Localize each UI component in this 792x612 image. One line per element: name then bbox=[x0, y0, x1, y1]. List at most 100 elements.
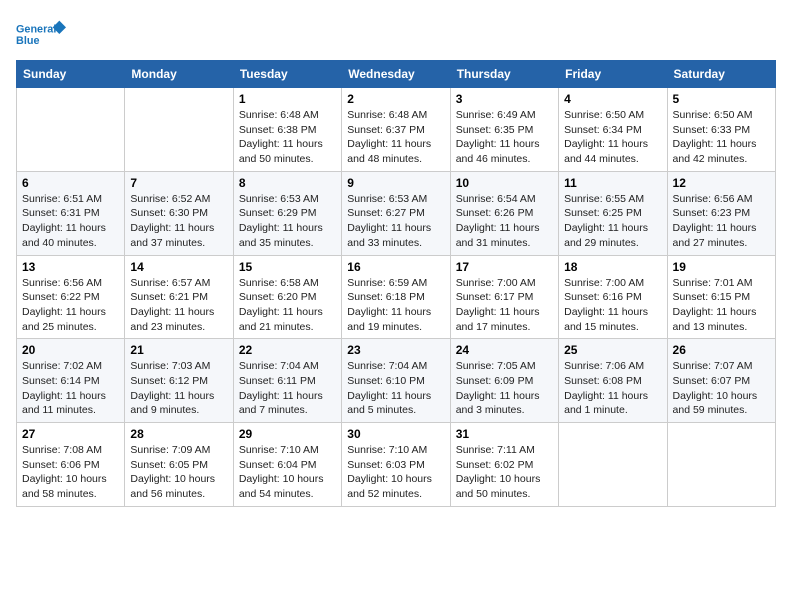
calendar-cell: 8Sunrise: 6:53 AMSunset: 6:29 PMDaylight… bbox=[233, 171, 341, 255]
calendar-cell bbox=[125, 88, 233, 172]
calendar-cell: 18 Sunrise: 7:00 AMSunset: 6:16 PMDayligh… bbox=[559, 255, 667, 339]
calendar-table: SundayMondayTuesdayWednesdayThursdayFrid… bbox=[16, 60, 776, 507]
calendar-cell: 9 Sunrise: 6:53 AMSunset: 6:27 PMDaylight… bbox=[342, 171, 450, 255]
day-info: Sunrise: 6:49 AMSunset: 6:35 PMDaylight:… bbox=[456, 108, 553, 167]
day-number: 8 bbox=[239, 176, 336, 190]
column-header-wednesday: Wednesday bbox=[342, 61, 450, 88]
calendar-cell bbox=[17, 88, 125, 172]
calendar-cell: 20 Sunrise: 7:02 AMSunset: 6:14 PMDayligh… bbox=[17, 339, 125, 423]
day-number: 16 bbox=[347, 260, 444, 274]
day-number: 4 bbox=[564, 92, 661, 106]
calendar-cell: 13 Sunrise: 6:56 AMSunset: 6:22 PMDayligh… bbox=[17, 255, 125, 339]
calendar-cell: 2 Sunrise: 6:48 AMSunset: 6:37 PMDaylight… bbox=[342, 88, 450, 172]
calendar-week-2: 6 Sunrise: 6:51 AMSunset: 6:31 PMDaylight… bbox=[17, 171, 776, 255]
day-info: Sunrise: 7:03 AMSunset: 6:12 PMDaylight:… bbox=[130, 359, 227, 418]
calendar-cell: 23Sunrise: 7:04 AMSunset: 6:10 PMDayligh… bbox=[342, 339, 450, 423]
day-info: Sunrise: 6:54 AMSunset: 6:26 PMDaylight:… bbox=[456, 192, 553, 251]
day-info: Sunrise: 6:59 AMSunset: 6:18 PMDaylight:… bbox=[347, 276, 444, 335]
day-number: 7 bbox=[130, 176, 227, 190]
calendar-cell bbox=[559, 423, 667, 507]
day-number: 30 bbox=[347, 427, 444, 441]
day-info: Sunrise: 6:48 AMSunset: 6:37 PMDaylight:… bbox=[347, 108, 444, 167]
day-number: 21 bbox=[130, 343, 227, 357]
calendar-cell: 25 Sunrise: 7:06 AMSunset: 6:08 PMDayligh… bbox=[559, 339, 667, 423]
day-number: 11 bbox=[564, 176, 661, 190]
calendar-cell: 4 Sunrise: 6:50 AMSunset: 6:34 PMDaylight… bbox=[559, 88, 667, 172]
day-number: 22 bbox=[239, 343, 336, 357]
day-number: 25 bbox=[564, 343, 661, 357]
day-info: Sunrise: 6:53 AMSunset: 6:27 PMDaylight:… bbox=[347, 192, 444, 251]
svg-text:Blue: Blue bbox=[16, 35, 39, 47]
calendar-cell: 7Sunrise: 6:52 AMSunset: 6:30 PMDaylight… bbox=[125, 171, 233, 255]
day-number: 10 bbox=[456, 176, 553, 190]
day-number: 1 bbox=[239, 92, 336, 106]
day-number: 13 bbox=[22, 260, 119, 274]
logo: General Blue bbox=[16, 16, 66, 52]
calendar-cell: 24 Sunrise: 7:05 AMSunset: 6:09 PMDayligh… bbox=[450, 339, 558, 423]
day-number: 29 bbox=[239, 427, 336, 441]
day-info: Sunrise: 7:00 AMSunset: 6:16 PMDaylight:… bbox=[564, 276, 661, 335]
page-header: General Blue bbox=[16, 16, 776, 52]
column-header-tuesday: Tuesday bbox=[233, 61, 341, 88]
day-info: Sunrise: 7:10 AMSunset: 6:04 PMDaylight:… bbox=[239, 443, 336, 502]
day-number: 23 bbox=[347, 343, 444, 357]
calendar-cell: 21 Sunrise: 7:03 AMSunset: 6:12 PMDayligh… bbox=[125, 339, 233, 423]
calendar-cell: 6 Sunrise: 6:51 AMSunset: 6:31 PMDaylight… bbox=[17, 171, 125, 255]
day-number: 5 bbox=[673, 92, 770, 106]
day-number: 6 bbox=[22, 176, 119, 190]
calendar-week-1: 1 Sunrise: 6:48 AMSunset: 6:38 PMDaylight… bbox=[17, 88, 776, 172]
calendar-cell: 26 Sunrise: 7:07 AMSunset: 6:07 PMDayligh… bbox=[667, 339, 775, 423]
day-number: 3 bbox=[456, 92, 553, 106]
day-info: Sunrise: 6:51 AMSunset: 6:31 PMDaylight:… bbox=[22, 192, 119, 251]
calendar-cell bbox=[667, 423, 775, 507]
day-number: 2 bbox=[347, 92, 444, 106]
calendar-week-4: 20 Sunrise: 7:02 AMSunset: 6:14 PMDayligh… bbox=[17, 339, 776, 423]
day-info: Sunrise: 7:01 AMSunset: 6:15 PMDaylight:… bbox=[673, 276, 770, 335]
day-info: Sunrise: 6:50 AMSunset: 6:34 PMDaylight:… bbox=[564, 108, 661, 167]
day-info: Sunrise: 7:02 AMSunset: 6:14 PMDaylight:… bbox=[22, 359, 119, 418]
svg-text:General: General bbox=[16, 23, 56, 35]
day-number: 26 bbox=[673, 343, 770, 357]
calendar-cell: 10 Sunrise: 6:54 AMSunset: 6:26 PMDayligh… bbox=[450, 171, 558, 255]
column-header-saturday: Saturday bbox=[667, 61, 775, 88]
day-number: 20 bbox=[22, 343, 119, 357]
day-number: 27 bbox=[22, 427, 119, 441]
day-info: Sunrise: 7:05 AMSunset: 6:09 PMDaylight:… bbox=[456, 359, 553, 418]
day-info: Sunrise: 6:50 AMSunset: 6:33 PMDaylight:… bbox=[673, 108, 770, 167]
calendar-cell: 29 Sunrise: 7:10 AMSunset: 6:04 PMDayligh… bbox=[233, 423, 341, 507]
day-number: 14 bbox=[130, 260, 227, 274]
calendar-cell: 11 Sunrise: 6:55 AMSunset: 6:25 PMDayligh… bbox=[559, 171, 667, 255]
calendar-cell: 15Sunrise: 6:58 AMSunset: 6:20 PMDayligh… bbox=[233, 255, 341, 339]
day-info: Sunrise: 6:55 AMSunset: 6:25 PMDaylight:… bbox=[564, 192, 661, 251]
day-info: Sunrise: 6:56 AMSunset: 6:22 PMDaylight:… bbox=[22, 276, 119, 335]
day-info: Sunrise: 7:08 AMSunset: 6:06 PMDaylight:… bbox=[22, 443, 119, 502]
day-number: 24 bbox=[456, 343, 553, 357]
calendar-week-3: 13 Sunrise: 6:56 AMSunset: 6:22 PMDayligh… bbox=[17, 255, 776, 339]
calendar-cell: 19 Sunrise: 7:01 AMSunset: 6:15 PMDayligh… bbox=[667, 255, 775, 339]
day-info: Sunrise: 7:00 AMSunset: 6:17 PMDaylight:… bbox=[456, 276, 553, 335]
column-header-sunday: Sunday bbox=[17, 61, 125, 88]
calendar-cell: 22 Sunrise: 7:04 AMSunset: 6:11 PMDayligh… bbox=[233, 339, 341, 423]
day-number: 15 bbox=[239, 260, 336, 274]
day-number: 9 bbox=[347, 176, 444, 190]
day-number: 17 bbox=[456, 260, 553, 274]
day-info: Sunrise: 7:07 AMSunset: 6:07 PMDaylight:… bbox=[673, 359, 770, 418]
calendar-cell: 12Sunrise: 6:56 AMSunset: 6:23 PMDayligh… bbox=[667, 171, 775, 255]
calendar-header-row: SundayMondayTuesdayWednesdayThursdayFrid… bbox=[17, 61, 776, 88]
day-info: Sunrise: 7:04 AMSunset: 6:11 PMDaylight:… bbox=[239, 359, 336, 418]
calendar-cell: 28Sunrise: 7:09 AMSunset: 6:05 PMDayligh… bbox=[125, 423, 233, 507]
calendar-cell: 30Sunrise: 7:10 AMSunset: 6:03 PMDayligh… bbox=[342, 423, 450, 507]
calendar-cell: 5 Sunrise: 6:50 AMSunset: 6:33 PMDaylight… bbox=[667, 88, 775, 172]
day-info: Sunrise: 7:06 AMSunset: 6:08 PMDaylight:… bbox=[564, 359, 661, 418]
day-number: 12 bbox=[673, 176, 770, 190]
day-info: Sunrise: 6:57 AMSunset: 6:21 PMDaylight:… bbox=[130, 276, 227, 335]
calendar-cell: 14 Sunrise: 6:57 AMSunset: 6:21 PMDayligh… bbox=[125, 255, 233, 339]
calendar-cell: 16 Sunrise: 6:59 AMSunset: 6:18 PMDayligh… bbox=[342, 255, 450, 339]
calendar-cell: 27 Sunrise: 7:08 AMSunset: 6:06 PMDayligh… bbox=[17, 423, 125, 507]
day-info: Sunrise: 6:48 AMSunset: 6:38 PMDaylight:… bbox=[239, 108, 336, 167]
calendar-cell: 17 Sunrise: 7:00 AMSunset: 6:17 PMDayligh… bbox=[450, 255, 558, 339]
day-number: 19 bbox=[673, 260, 770, 274]
day-number: 18 bbox=[564, 260, 661, 274]
day-info: Sunrise: 7:11 AMSunset: 6:02 PMDaylight:… bbox=[456, 443, 553, 502]
calendar-week-5: 27 Sunrise: 7:08 AMSunset: 6:06 PMDayligh… bbox=[17, 423, 776, 507]
